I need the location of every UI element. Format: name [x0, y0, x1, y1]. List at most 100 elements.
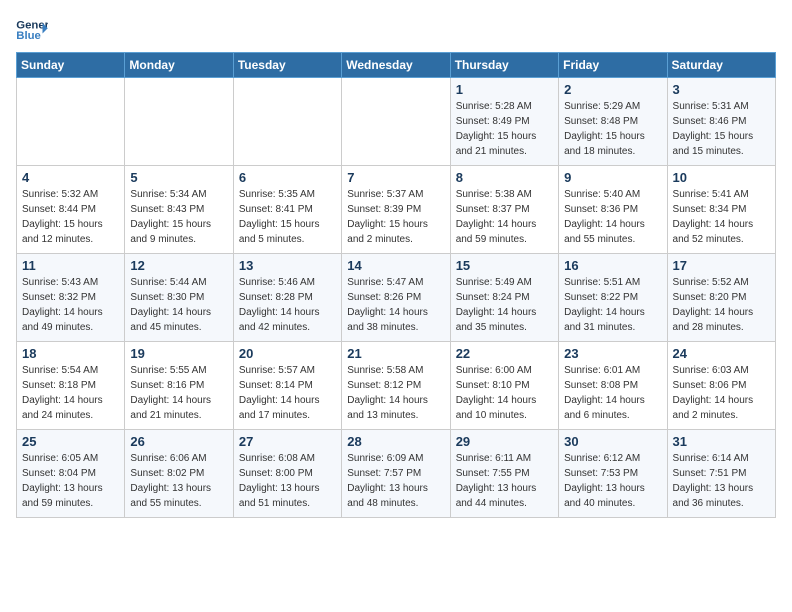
weekday-header-wednesday: Wednesday — [342, 53, 450, 78]
day-number: 22 — [456, 346, 553, 361]
calendar-week-row: 18Sunrise: 5:54 AM Sunset: 8:18 PM Dayli… — [17, 342, 776, 430]
weekday-header-thursday: Thursday — [450, 53, 558, 78]
calendar-cell: 19 Sunrise: 5:55 AM Sunset: 8:16 PM Dayli… — [125, 342, 233, 430]
day-number: 6 — [239, 170, 336, 185]
weekday-header-sunday: Sunday — [17, 53, 125, 78]
day-number: 16 — [564, 258, 661, 273]
day-number: 27 — [239, 434, 336, 449]
calendar-cell: 30 Sunrise: 6:12 AM Sunset: 7:53 PM Dayli… — [559, 430, 667, 518]
day-info: Sunrise: 5:29 AM Sunset: 8:48 PM Dayligh… — [564, 99, 661, 159]
calendar-cell — [233, 78, 341, 166]
day-info: Sunrise: 5:38 AM Sunset: 8:37 PM Dayligh… — [456, 187, 553, 247]
calendar-cell: 27 Sunrise: 6:08 AM Sunset: 8:00 PM Dayli… — [233, 430, 341, 518]
day-info: Sunrise: 5:46 AM Sunset: 8:28 PM Dayligh… — [239, 275, 336, 335]
day-number: 13 — [239, 258, 336, 273]
day-info: Sunrise: 6:06 AM Sunset: 8:02 PM Dayligh… — [130, 451, 227, 511]
calendar-cell: 31 Sunrise: 6:14 AM Sunset: 7:51 PM Dayli… — [667, 430, 775, 518]
day-number: 5 — [130, 170, 227, 185]
day-info: Sunrise: 6:11 AM Sunset: 7:55 PM Dayligh… — [456, 451, 553, 511]
calendar-cell: 17 Sunrise: 5:52 AM Sunset: 8:20 PM Dayli… — [667, 254, 775, 342]
day-info: Sunrise: 5:44 AM Sunset: 8:30 PM Dayligh… — [130, 275, 227, 335]
day-info: Sunrise: 6:03 AM Sunset: 8:06 PM Dayligh… — [673, 363, 770, 423]
day-number: 9 — [564, 170, 661, 185]
calendar-week-row: 4 Sunrise: 5:32 AM Sunset: 8:44 PM Daylig… — [17, 166, 776, 254]
weekday-header-saturday: Saturday — [667, 53, 775, 78]
day-info: Sunrise: 5:55 AM Sunset: 8:16 PM Dayligh… — [130, 363, 227, 423]
day-info: Sunrise: 5:35 AM Sunset: 8:41 PM Dayligh… — [239, 187, 336, 247]
day-info: Sunrise: 5:54 AM Sunset: 8:18 PM Dayligh… — [22, 363, 119, 423]
day-number: 31 — [673, 434, 770, 449]
day-info: Sunrise: 5:58 AM Sunset: 8:12 PM Dayligh… — [347, 363, 444, 423]
calendar-cell: 3Sunrise: 5:31 AM Sunset: 8:46 PM Daylig… — [667, 78, 775, 166]
day-info: Sunrise: 6:01 AM Sunset: 8:08 PM Dayligh… — [564, 363, 661, 423]
calendar-cell: 11 Sunrise: 5:43 AM Sunset: 8:32 PM Dayli… — [17, 254, 125, 342]
calendar-cell — [125, 78, 233, 166]
calendar-cell: 1 Sunrise: 5:28 AM Sunset: 8:49 PM Daylig… — [450, 78, 558, 166]
calendar-week-row: 25Sunrise: 6:05 AM Sunset: 8:04 PM Dayli… — [17, 430, 776, 518]
calendar-cell: 7 Sunrise: 5:37 AM Sunset: 8:39 PM Daylig… — [342, 166, 450, 254]
day-number: 15 — [456, 258, 553, 273]
calendar-cell: 10 Sunrise: 5:41 AM Sunset: 8:34 PM Dayli… — [667, 166, 775, 254]
day-info: Sunrise: 6:05 AM Sunset: 8:04 PM Dayligh… — [22, 451, 119, 511]
day-info: Sunrise: 5:51 AM Sunset: 8:22 PM Dayligh… — [564, 275, 661, 335]
calendar-cell: 22Sunrise: 6:00 AM Sunset: 8:10 PM Dayli… — [450, 342, 558, 430]
day-info: Sunrise: 5:32 AM Sunset: 8:44 PM Dayligh… — [22, 187, 119, 247]
day-number: 17 — [673, 258, 770, 273]
calendar-cell: 8 Sunrise: 5:38 AM Sunset: 8:37 PM Daylig… — [450, 166, 558, 254]
day-info: Sunrise: 5:28 AM Sunset: 8:49 PM Dayligh… — [456, 99, 553, 159]
calendar-cell: 20 Sunrise: 5:57 AM Sunset: 8:14 PM Dayli… — [233, 342, 341, 430]
calendar-cell: 6 Sunrise: 5:35 AM Sunset: 8:41 PM Daylig… — [233, 166, 341, 254]
day-number: 2 — [564, 82, 661, 97]
logo: General Blue — [16, 16, 48, 44]
svg-text:Blue: Blue — [16, 30, 41, 42]
calendar-week-row: 11 Sunrise: 5:43 AM Sunset: 8:32 PM Dayli… — [17, 254, 776, 342]
day-number: 10 — [673, 170, 770, 185]
day-info: Sunrise: 6:12 AM Sunset: 7:53 PM Dayligh… — [564, 451, 661, 511]
day-number: 7 — [347, 170, 444, 185]
weekday-header-friday: Friday — [559, 53, 667, 78]
calendar-cell: 5 Sunrise: 5:34 AM Sunset: 8:43 PM Daylig… — [125, 166, 233, 254]
calendar-cell: 4 Sunrise: 5:32 AM Sunset: 8:44 PM Daylig… — [17, 166, 125, 254]
day-number: 4 — [22, 170, 119, 185]
day-number: 28 — [347, 434, 444, 449]
day-number: 8 — [456, 170, 553, 185]
page-header: General Blue — [16, 16, 776, 44]
day-info: Sunrise: 5:49 AM Sunset: 8:24 PM Dayligh… — [456, 275, 553, 335]
day-number: 30 — [564, 434, 661, 449]
calendar-cell: 15 Sunrise: 5:49 AM Sunset: 8:24 PM Dayli… — [450, 254, 558, 342]
calendar-cell: 9Sunrise: 5:40 AM Sunset: 8:36 PM Daylig… — [559, 166, 667, 254]
day-info: Sunrise: 5:57 AM Sunset: 8:14 PM Dayligh… — [239, 363, 336, 423]
day-info: Sunrise: 5:34 AM Sunset: 8:43 PM Dayligh… — [130, 187, 227, 247]
day-info: Sunrise: 5:43 AM Sunset: 8:32 PM Dayligh… — [22, 275, 119, 335]
logo-icon: General Blue — [16, 16, 48, 44]
weekday-header-row: SundayMondayTuesdayWednesdayThursdayFrid… — [17, 53, 776, 78]
day-number: 11 — [22, 258, 119, 273]
day-number: 1 — [456, 82, 553, 97]
day-number: 20 — [239, 346, 336, 361]
day-info: Sunrise: 5:52 AM Sunset: 8:20 PM Dayligh… — [673, 275, 770, 335]
calendar-cell: 12 Sunrise: 5:44 AM Sunset: 8:30 PM Dayli… — [125, 254, 233, 342]
calendar-cell — [342, 78, 450, 166]
weekday-header-tuesday: Tuesday — [233, 53, 341, 78]
calendar-cell: 14Sunrise: 5:47 AM Sunset: 8:26 PM Dayli… — [342, 254, 450, 342]
calendar-week-row: 1 Sunrise: 5:28 AM Sunset: 8:49 PM Daylig… — [17, 78, 776, 166]
calendar-cell: 23Sunrise: 6:01 AM Sunset: 8:08 PM Dayli… — [559, 342, 667, 430]
calendar-cell: 29 Sunrise: 6:11 AM Sunset: 7:55 PM Dayli… — [450, 430, 558, 518]
day-info: Sunrise: 5:41 AM Sunset: 8:34 PM Dayligh… — [673, 187, 770, 247]
calendar-cell: 26Sunrise: 6:06 AM Sunset: 8:02 PM Dayli… — [125, 430, 233, 518]
calendar-cell: 25Sunrise: 6:05 AM Sunset: 8:04 PM Dayli… — [17, 430, 125, 518]
day-number: 21 — [347, 346, 444, 361]
calendar-table: SundayMondayTuesdayWednesdayThursdayFrid… — [16, 52, 776, 518]
calendar-cell: 13 Sunrise: 5:46 AM Sunset: 8:28 PM Dayli… — [233, 254, 341, 342]
day-number: 19 — [130, 346, 227, 361]
calendar-cell: 21 Sunrise: 5:58 AM Sunset: 8:12 PM Dayli… — [342, 342, 450, 430]
day-number: 24 — [673, 346, 770, 361]
calendar-cell: 18Sunrise: 5:54 AM Sunset: 8:18 PM Dayli… — [17, 342, 125, 430]
calendar-cell: 28Sunrise: 6:09 AM Sunset: 7:57 PM Dayli… — [342, 430, 450, 518]
day-info: Sunrise: 5:37 AM Sunset: 8:39 PM Dayligh… — [347, 187, 444, 247]
day-info: Sunrise: 6:14 AM Sunset: 7:51 PM Dayligh… — [673, 451, 770, 511]
day-info: Sunrise: 6:08 AM Sunset: 8:00 PM Dayligh… — [239, 451, 336, 511]
day-number: 29 — [456, 434, 553, 449]
day-number: 12 — [130, 258, 227, 273]
calendar-cell: 2 Sunrise: 5:29 AM Sunset: 8:48 PM Daylig… — [559, 78, 667, 166]
